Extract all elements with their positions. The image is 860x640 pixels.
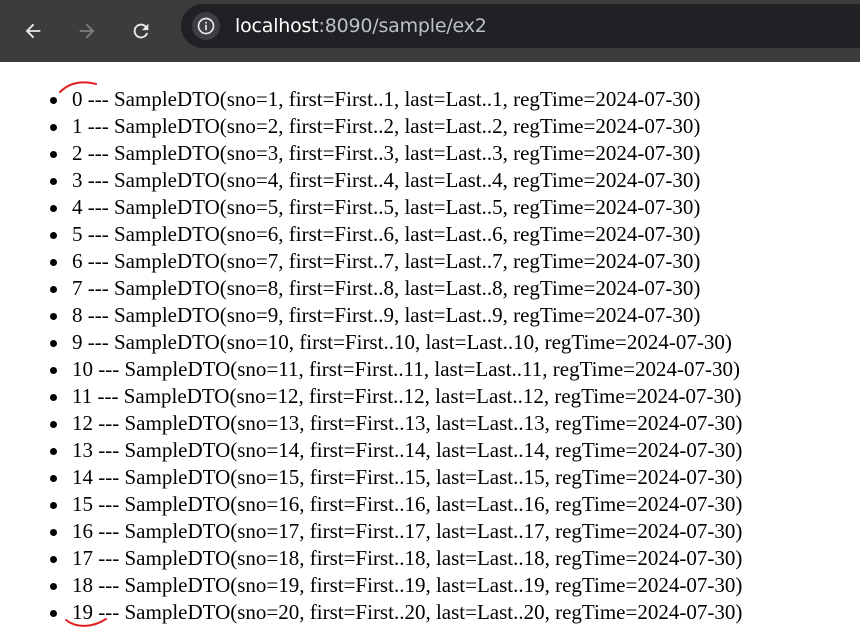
list-item: 12 --- SampleDTO(sno=13, first=First..13…	[0, 410, 742, 437]
site-info-icon	[197, 17, 215, 35]
url-text[interactable]: localhost:8090/sample/ex2	[235, 13, 487, 39]
list-item: 16 --- SampleDTO(sno=17, first=First..17…	[0, 518, 742, 545]
list-item: 3 --- SampleDTO(sno=4, first=First..4, l…	[0, 167, 742, 194]
list-item: 4 --- SampleDTO(sno=5, first=First..5, l…	[0, 194, 742, 221]
url-path: :8090/sample/ex2	[318, 15, 487, 37]
url-host: localhost	[235, 15, 319, 37]
back-button[interactable]	[15, 13, 51, 49]
list-item: 6 --- SampleDTO(sno=7, first=First..7, l…	[0, 248, 742, 275]
list-item: 14 --- SampleDTO(sno=15, first=First..15…	[0, 464, 742, 491]
list-item: 8 --- SampleDTO(sno=9, first=First..9, l…	[0, 302, 742, 329]
list-item: 15 --- SampleDTO(sno=16, first=First..16…	[0, 491, 742, 518]
list-item: 0 --- SampleDTO(sno=1, first=First..1, l…	[0, 86, 742, 113]
back-arrow-icon	[25, 23, 41, 39]
reload-button[interactable]	[123, 13, 159, 49]
list-item: 9 --- SampleDTO(sno=10, first=First..10,…	[0, 329, 742, 356]
list-item: 1 --- SampleDTO(sno=2, first=First..2, l…	[0, 113, 742, 140]
address-bar[interactable]: localhost:8090/sample/ex2	[181, 4, 860, 48]
list-item: 2 --- SampleDTO(sno=3, first=First..3, l…	[0, 140, 742, 167]
forward-arrow-icon	[79, 23, 95, 39]
list-item: 17 --- SampleDTO(sno=18, first=First..18…	[0, 545, 742, 572]
list-item: 7 --- SampleDTO(sno=8, first=First..8, l…	[0, 275, 742, 302]
list-item: 18 --- SampleDTO(sno=19, first=First..19…	[0, 572, 742, 599]
list-item: 11 --- SampleDTO(sno=12, first=First..12…	[0, 383, 742, 410]
list-item: 10 --- SampleDTO(sno=11, first=First..11…	[0, 356, 742, 383]
reload-icon	[133, 23, 149, 39]
dto-list: 0 --- SampleDTO(sno=1, first=First..1, l…	[0, 86, 742, 626]
list-item: 13 --- SampleDTO(sno=14, first=First..14…	[0, 437, 742, 464]
forward-button[interactable]	[69, 13, 105, 49]
list-item: 19 --- SampleDTO(sno=20, first=First..20…	[0, 599, 742, 626]
browser-toolbar: localhost:8090/sample/ex2	[0, 0, 860, 62]
list-item: 5 --- SampleDTO(sno=6, first=First..6, l…	[0, 221, 742, 248]
site-info-button[interactable]	[192, 12, 220, 40]
